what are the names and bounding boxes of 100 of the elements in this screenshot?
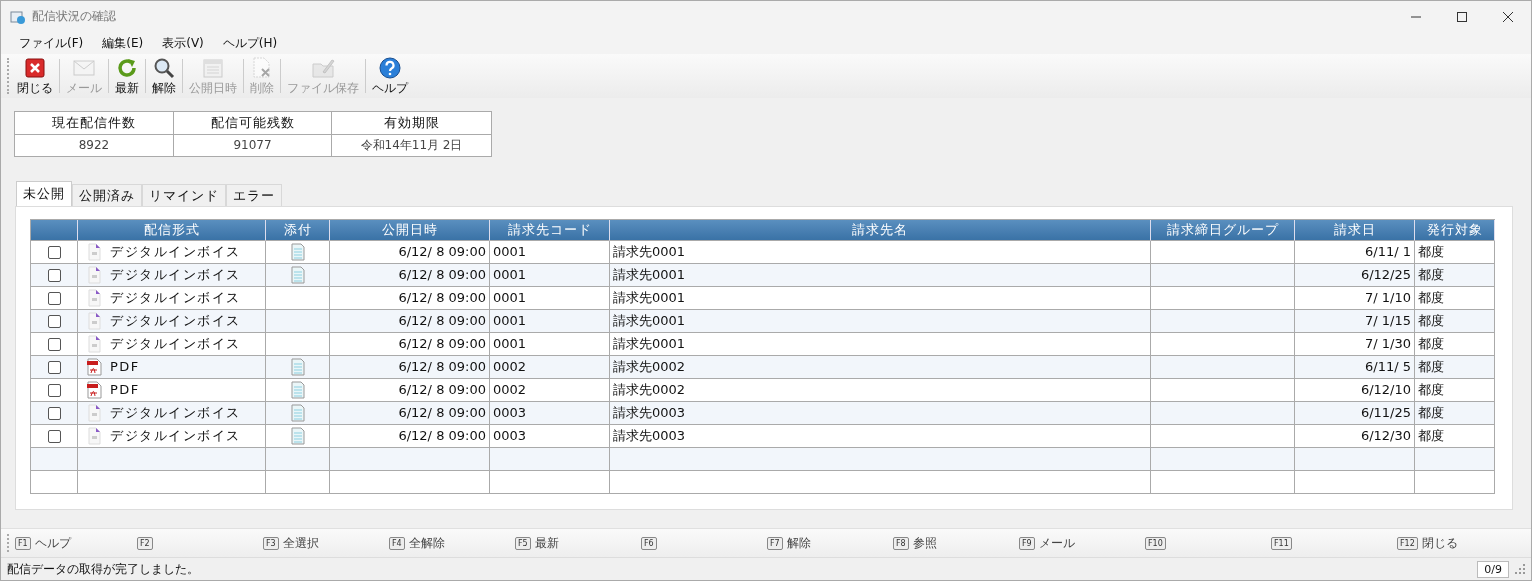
status-message: 配信データの取得が完了しました。 — [7, 560, 200, 578]
table-cell: 6/12/ 8 09:00 — [330, 264, 490, 287]
table-cell: 都度 — [1415, 241, 1495, 264]
table-cell: 請求先0001 — [610, 287, 1151, 310]
table-cell: 都度 — [1415, 310, 1495, 333]
checkbox[interactable] — [47, 291, 61, 305]
column-header: 発行対象 — [1415, 220, 1495, 241]
function-key-button[interactable]: F2 — [133, 536, 259, 550]
table-cell: 7/ 1/10 — [1295, 287, 1415, 310]
table-cell: 請求先0001 — [610, 264, 1151, 287]
tab[interactable]: リマインド — [142, 184, 226, 206]
table-cell: 請求先0003 — [610, 402, 1151, 425]
table-cell: 0002 — [490, 356, 610, 379]
table-cell: 0001 — [490, 241, 610, 264]
checkbox[interactable] — [47, 360, 61, 374]
table-cell: 0003 — [490, 425, 610, 448]
menu-item[interactable]: 編集(E) — [102, 34, 144, 52]
tab[interactable]: エラー — [226, 184, 282, 206]
checkbox[interactable] — [47, 383, 61, 397]
table-cell: 都度 — [1415, 356, 1495, 379]
table-cell: 6/12/ 8 09:00 — [330, 356, 490, 379]
table-cell: 0001 — [490, 333, 610, 356]
tab[interactable]: 未公開 — [16, 181, 72, 206]
table-cell: 都度 — [1415, 264, 1495, 287]
toolbar-button[interactable]: 最新 — [113, 55, 141, 97]
column-header: 請求日 — [1295, 220, 1415, 241]
format-label: デジタルインボイス — [110, 243, 241, 261]
format-label: デジタルインボイス — [110, 266, 241, 284]
table-cell: 都度 — [1415, 425, 1495, 448]
record-count: 0/9 — [1477, 560, 1509, 578]
menu-item[interactable]: 表示(V) — [162, 34, 204, 52]
column-header: 配信可能残数 — [174, 112, 332, 135]
table-cell: 都度 — [1415, 402, 1495, 425]
table-cell: 6/12/25 — [1295, 264, 1415, 287]
menu-item[interactable]: ファイル(F) — [19, 34, 84, 52]
format-label: デジタルインボイス — [110, 312, 241, 330]
tab[interactable]: 公開済み — [72, 184, 142, 206]
menu-item[interactable]: ヘルプ(H) — [222, 34, 278, 52]
table-cell: 6/11/ 1 — [1295, 241, 1415, 264]
table-cell: 0002 — [490, 379, 610, 402]
function-key-button[interactable]: F1 ヘルプ — [11, 534, 133, 552]
toolbar-button[interactable]: ヘルプ — [370, 55, 410, 97]
window-title: 配信状況の確認 — [32, 8, 116, 25]
table-cell: 請求先0001 — [610, 333, 1151, 356]
table-cell — [266, 471, 330, 494]
table-cell: 請求先0001 — [610, 241, 1151, 264]
attachment-icon — [290, 243, 305, 261]
function-key-button[interactable]: F3 全選択 — [259, 534, 385, 552]
column-header: 請求先コード — [490, 220, 610, 241]
checkbox[interactable] — [47, 245, 61, 259]
table-cell: 0001 — [490, 310, 610, 333]
function-key-button[interactable]: F5 最新 — [511, 534, 637, 552]
attachment-icon — [290, 427, 305, 445]
format-label: PDF — [110, 358, 140, 376]
column-header: 配信形式 — [78, 220, 266, 241]
column-header — [31, 220, 78, 241]
table-cell: 6/12/ 8 09:00 — [330, 310, 490, 333]
table-cell: 6/12/ 8 09:00 — [330, 333, 490, 356]
function-key-button[interactable]: F9 メール — [1015, 534, 1141, 552]
function-key-button[interactable]: F11 — [1267, 536, 1393, 550]
checkbox[interactable] — [47, 337, 61, 351]
function-key-button[interactable]: F6 — [637, 536, 763, 550]
close-icon[interactable] — [1503, 11, 1513, 22]
summary-value: 令和14年11月 2日 — [359, 137, 464, 154]
attachment-icon — [290, 381, 305, 399]
toolbar-button[interactable]: 閉じる — [15, 55, 55, 97]
checkbox[interactable] — [47, 406, 61, 420]
table-cell: 6/12/ 8 09:00 — [330, 425, 490, 448]
close-icon — [23, 55, 47, 80]
table-cell: 6/12/ 8 09:00 — [330, 287, 490, 310]
summary-value: 8922 — [15, 135, 174, 156]
table-cell: 6/11/ 5 — [1295, 356, 1415, 379]
function-key-button[interactable]: F12 閉じる — [1393, 534, 1519, 552]
column-header: 公開日時 — [330, 220, 490, 241]
table-cell: 請求先0001 — [610, 310, 1151, 333]
format-label: PDF — [110, 381, 140, 399]
table-cell: 請求先0002 — [610, 356, 1151, 379]
table-cell: 請求先0002 — [610, 379, 1151, 402]
format-label: デジタルインボイス — [110, 289, 241, 307]
help-icon — [378, 55, 402, 80]
checkbox[interactable] — [47, 268, 61, 282]
table-cell: 7/ 1/30 — [1295, 333, 1415, 356]
format-label: デジタルインボイス — [110, 335, 241, 353]
column-header: 現在配信件数 — [15, 112, 174, 135]
column-header: 請求先名 — [610, 220, 1151, 241]
maximize-icon[interactable] — [1457, 11, 1467, 22]
function-key-button[interactable]: F8 参照 — [889, 534, 1015, 552]
format-label: デジタルインボイス — [110, 427, 241, 445]
table-cell: 6/12/10 — [1295, 379, 1415, 402]
checkbox[interactable] — [47, 314, 61, 328]
table-cell: 都度 — [1415, 287, 1495, 310]
function-key-button[interactable]: F7 解除 — [763, 534, 889, 552]
table-cell: 都度 — [1415, 333, 1495, 356]
table-cell: 6/12/ 8 09:00 — [330, 241, 490, 264]
toolbar-button[interactable]: 解除 — [150, 55, 178, 97]
function-key-button[interactable]: F10 — [1141, 536, 1267, 550]
table-cell: 請求先0003 — [610, 425, 1151, 448]
table-cell: 6/11/25 — [1295, 402, 1415, 425]
checkbox[interactable] — [47, 429, 61, 443]
function-key-button[interactable]: F4 全解除 — [385, 534, 511, 552]
